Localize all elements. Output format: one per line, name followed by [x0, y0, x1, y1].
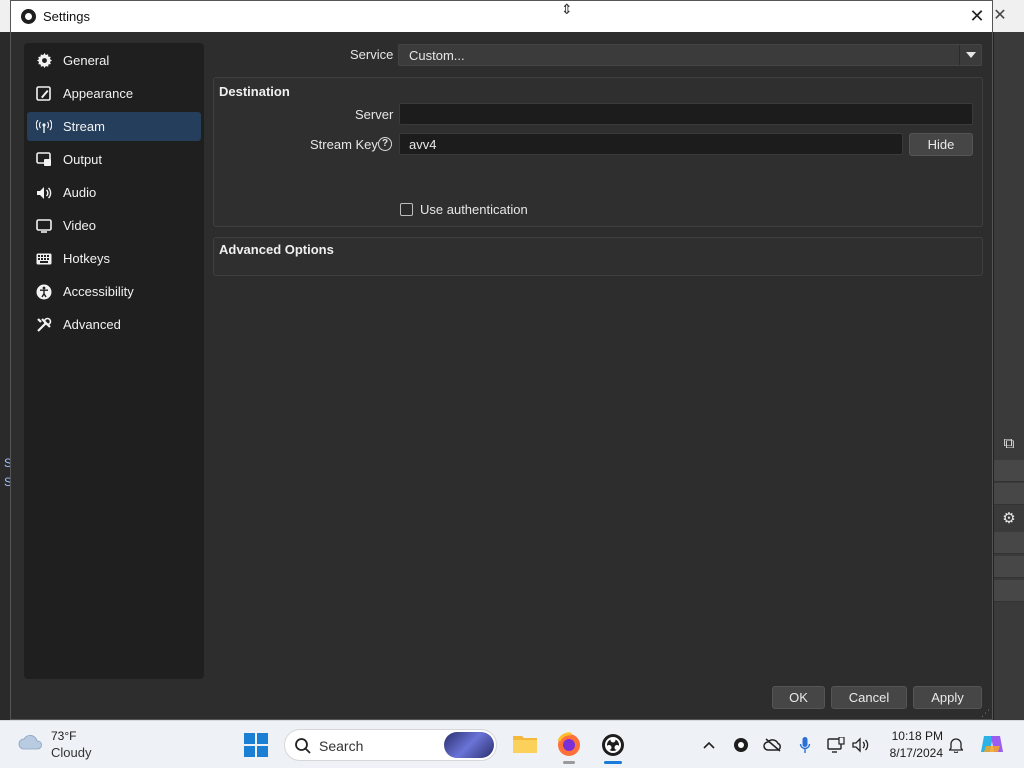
sidebar-item-stream[interactable]: Stream [27, 112, 201, 141]
background-right-panel [993, 32, 1024, 720]
sidebar-item-hotkeys[interactable]: Hotkeys [27, 244, 201, 273]
stream-key-input[interactable] [399, 133, 903, 155]
running-indicator [563, 761, 575, 764]
active-indicator [604, 761, 622, 764]
output-icon [34, 151, 54, 169]
server-label: Server [355, 107, 394, 122]
service-label: Service [350, 47, 394, 62]
gear-icon[interactable]: ⚙ [1000, 510, 1018, 528]
sidebar-item-label: General [63, 53, 110, 68]
background-panel-cell [994, 532, 1024, 554]
chevron-up-icon[interactable] [699, 735, 719, 755]
sidebar-item-label: Stream [63, 119, 105, 134]
start-button[interactable] [244, 733, 268, 757]
sidebar-item-label: Advanced [63, 317, 121, 332]
cloud-icon[interactable] [18, 734, 44, 750]
sidebar-item-general[interactable]: General [27, 46, 201, 75]
destination-title: Destination [219, 84, 290, 99]
firefox-icon[interactable] [555, 731, 583, 764]
accessibility-icon [34, 283, 54, 301]
background-panel-cell [994, 580, 1024, 602]
notification-bell-icon[interactable] [946, 735, 966, 755]
gear-icon [34, 52, 54, 70]
obs-taskbar-icon[interactable] [599, 731, 627, 764]
advanced-options-group[interactable]: Advanced Options [213, 237, 983, 276]
antenna-icon [34, 118, 54, 136]
clock-date[interactable]: 8/17/2024 [879, 746, 943, 760]
settings-dialog: Settings ⇕ ✕ General Appearance Stream O… [10, 0, 993, 720]
sidebar-item-label: Video [63, 218, 97, 233]
copilot-icon[interactable] [980, 732, 1004, 756]
ok-button[interactable]: OK [772, 686, 825, 709]
windows-logo-tile [244, 746, 255, 757]
resize-grip-icon[interactable]: ⋰ [981, 708, 991, 718]
window-restore-icon[interactable]: ⧉ [1000, 435, 1018, 453]
service-value: Custom... [409, 48, 465, 63]
cancel-button[interactable]: Cancel [831, 686, 907, 709]
server-input[interactable] [399, 103, 973, 125]
obs-logo-icon [21, 9, 36, 24]
search-highlight-image [444, 732, 494, 758]
search-icon [295, 738, 311, 754]
obs-tray-icon[interactable] [731, 735, 751, 755]
clock-time[interactable]: 10:18 PM [889, 729, 943, 743]
background-panel-cell [994, 483, 1024, 505]
speaker-icon [34, 184, 54, 202]
destination-group: Destination Server Stream Key ? Hide Use… [213, 77, 983, 227]
sidebar-item-accessibility[interactable]: Accessibility [27, 277, 201, 306]
sidebar-item-label: Appearance [63, 86, 134, 101]
sidebar-item-appearance[interactable]: Appearance [27, 79, 201, 108]
weather-condition[interactable]: Cloudy [51, 745, 91, 760]
monitor-icon [34, 217, 54, 235]
advanced-options-title: Advanced Options [219, 242, 334, 257]
windows-logo-tile [257, 746, 268, 757]
close-button[interactable]: ✕ [966, 5, 988, 27]
volume-icon[interactable] [851, 735, 871, 755]
keyboard-icon [34, 250, 54, 268]
network-icon[interactable] [826, 735, 846, 755]
weather-temperature[interactable]: 73°F [51, 729, 76, 743]
sidebar-item-label: Accessibility [63, 284, 134, 299]
chevron-down-icon[interactable] [959, 45, 981, 65]
search-placeholder: Search [319, 738, 364, 754]
titlebar: Settings ⇕ ✕ [11, 1, 992, 32]
service-dropdown[interactable]: Custom... [398, 44, 982, 66]
sidebar-item-video[interactable]: Video [27, 211, 201, 240]
sidebar-item-label: Audio [63, 185, 97, 200]
help-icon[interactable]: ? [378, 137, 392, 151]
taskbar-search[interactable]: Search [284, 729, 497, 761]
windows-logo-tile [244, 733, 255, 744]
taskbar: 73°F Cloudy Search 10:18 PM 8/17/2024 [0, 720, 1024, 768]
use-authentication-checkbox[interactable] [400, 203, 413, 216]
sidebar-item-label: Output [63, 152, 103, 167]
paintbrush-icon [34, 85, 54, 103]
hide-button[interactable]: Hide [909, 133, 973, 156]
background-panel-cell [994, 460, 1024, 482]
stream-key-label: Stream Key [310, 137, 378, 152]
apply-button[interactable]: Apply [913, 686, 982, 709]
background-panel-cell [994, 556, 1024, 578]
sidebar-item-label: Hotkeys [63, 251, 110, 266]
background-left-strip: S S [0, 32, 12, 720]
background-close-icon[interactable]: ✕ [990, 6, 1010, 26]
file-explorer-icon[interactable] [511, 731, 539, 759]
tools-icon [34, 316, 54, 334]
sidebar-item-audio[interactable]: Audio [27, 178, 201, 207]
windows-logo-tile [257, 733, 268, 744]
resize-cursor-icon: ⇕ [561, 1, 573, 17]
cloud-sync-icon[interactable] [763, 735, 783, 755]
use-authentication-label: Use authentication [420, 202, 528, 217]
settings-sidebar: General Appearance Stream Output Audio V… [24, 43, 204, 679]
window-title: Settings [43, 9, 90, 24]
sidebar-item-output[interactable]: Output [27, 145, 201, 174]
microphone-icon[interactable] [795, 735, 815, 755]
sidebar-item-advanced[interactable]: Advanced [27, 310, 201, 339]
